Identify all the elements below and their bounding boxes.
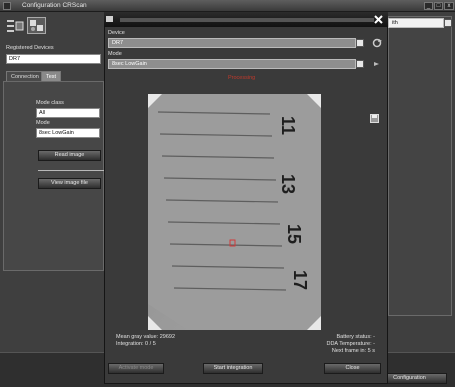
system-menu-icon[interactable] bbox=[3, 2, 11, 10]
close-button[interactable]: Close bbox=[324, 363, 381, 374]
dialog-menu-icon[interactable] bbox=[106, 15, 113, 23]
start-integration-button[interactable]: Start integration bbox=[203, 363, 263, 374]
dialog-mode-label: Mode bbox=[108, 51, 122, 57]
mode-class-label: Mode class bbox=[36, 100, 64, 106]
dialog-device-label: Device bbox=[108, 30, 125, 36]
activate-mode-button[interactable]: Activate mode bbox=[108, 363, 164, 374]
ruler-number-17: 17 bbox=[290, 270, 310, 290]
dialog-progress-track bbox=[120, 18, 374, 22]
dialog-close-icon[interactable] bbox=[373, 14, 384, 25]
dialog-mode-combo[interactable]: 8sec LowGain bbox=[108, 59, 356, 69]
mode-combo-arrow-icon[interactable] bbox=[356, 60, 364, 68]
tab-test[interactable]: Test bbox=[41, 71, 62, 81]
view-image-file-button[interactable]: View image file bbox=[38, 178, 101, 189]
maximize-button[interactable]: □ bbox=[434, 2, 443, 10]
sidebar-divider bbox=[38, 170, 104, 171]
close-window-button[interactable]: x bbox=[444, 2, 454, 10]
dda-temperature: DDA Temperature: - bbox=[326, 341, 375, 347]
integration-count: Integration: 0 / 5 bbox=[116, 341, 156, 347]
mean-gray-value: Mean gray value: 29692 bbox=[116, 334, 176, 340]
next-frame-countdown: Next frame in: 5 s bbox=[331, 348, 375, 354]
registered-device-field[interactable]: DR7 bbox=[6, 54, 101, 64]
arrow-right-icon[interactable] bbox=[373, 60, 381, 68]
registered-devices-label: Registered Devices bbox=[6, 45, 54, 51]
window-title: Configuration CRScan bbox=[22, 2, 87, 9]
read-image-button[interactable]: Read image bbox=[38, 150, 101, 161]
device-combo-arrow-icon[interactable] bbox=[356, 39, 364, 47]
xray-image: 11 13 15 17 bbox=[148, 94, 321, 330]
battery-status: Battery status: - bbox=[336, 334, 375, 340]
right-combo[interactable]: ith bbox=[388, 18, 444, 28]
device-settings-icon[interactable] bbox=[27, 17, 46, 34]
device-list-icon[interactable] bbox=[6, 17, 25, 34]
tab-connection[interactable]: Connection bbox=[6, 71, 44, 81]
mode-label: Mode bbox=[36, 120, 50, 126]
right-panel bbox=[388, 16, 452, 316]
status-text: Processing bbox=[228, 75, 256, 81]
right-combo-arrow-icon[interactable] bbox=[444, 19, 452, 27]
ruler-number-13: 13 bbox=[278, 174, 298, 194]
ruler-number-11: 11 bbox=[278, 116, 298, 135]
mode-class-field[interactable]: All bbox=[36, 108, 100, 118]
dialog-device-combo[interactable]: DR7 bbox=[108, 38, 356, 48]
minimize-button[interactable]: _ bbox=[424, 2, 433, 10]
save-image-icon[interactable] bbox=[370, 114, 379, 123]
ruler-number-15: 15 bbox=[284, 224, 304, 244]
mode-field[interactable]: 8sec LowGain bbox=[36, 128, 100, 138]
refresh-icon[interactable] bbox=[372, 38, 382, 48]
